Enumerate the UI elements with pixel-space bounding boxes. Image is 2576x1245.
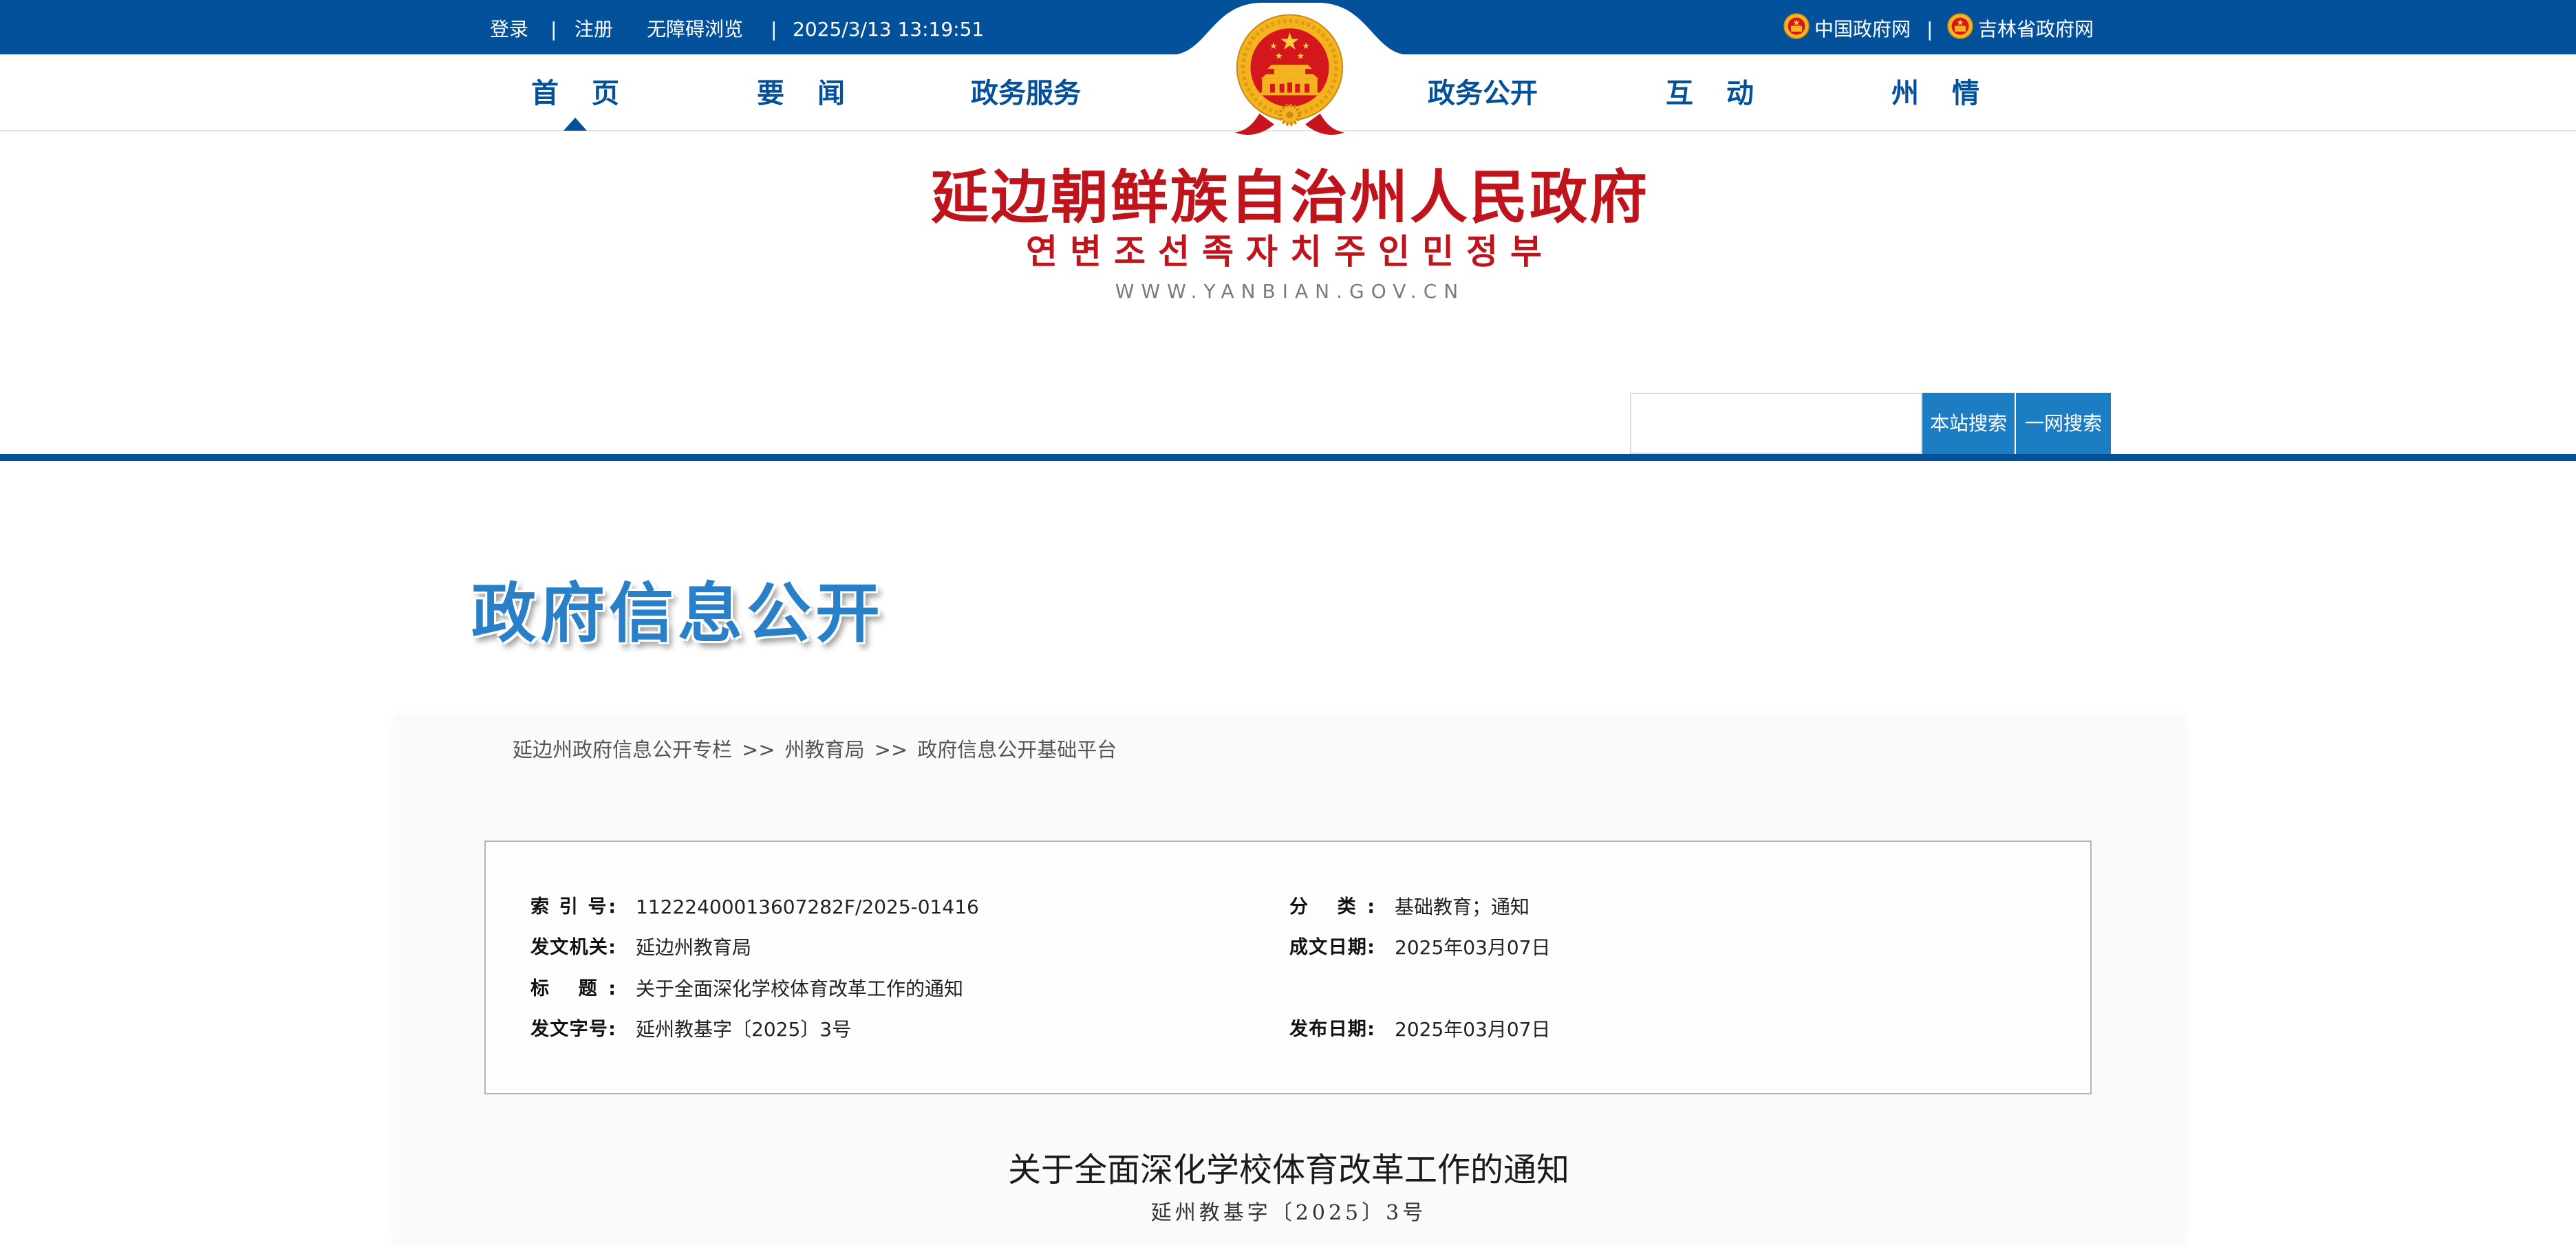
national-emblem-icon — [1234, 14, 1345, 136]
topbar-separator: | — [1926, 18, 1933, 41]
document-number-value: 延州教基字〔2025〕3号 — [636, 1018, 852, 1041]
active-nav-indicator — [564, 118, 587, 131]
china-gov-link[interactable]: 中国政府网 — [1814, 14, 1911, 45]
site-search-button[interactable]: 本站搜索 — [1922, 393, 2015, 454]
index-number-label: 索 引 号: — [530, 896, 616, 918]
nav-item-prefecture-info[interactable]: 州 情 — [1883, 77, 1988, 110]
written-date-label: 成文日期: — [1289, 937, 1375, 958]
site-logo[interactable]: 延边朝鲜族自治州人民政府 연변조선족자치주인민정부 WWW.YANBIAN.GO… — [894, 164, 1686, 310]
written-date-value: 2025年03月07日 — [1395, 936, 1551, 959]
publish-date-value: 2025年03月07日 — [1395, 1018, 1551, 1041]
nav-item-home[interactable]: 首 页 — [523, 77, 627, 110]
breadcrumb: 延边州政府信息公开专栏 >> 州教育局 >> 政府信息公开基础平台 — [513, 737, 1117, 762]
title-label: 标 题: — [530, 978, 616, 999]
category-value: 基础教育；通知 — [1395, 896, 1530, 918]
search-input[interactable] — [1630, 393, 1922, 454]
national-emblem-icon — [1947, 13, 1973, 39]
title-value: 关于全面深化学校体育改革工作的通知 — [636, 977, 964, 1000]
breadcrumb-item[interactable]: 延边州政府信息公开专栏 — [513, 738, 732, 761]
breadcrumb-item[interactable]: 政府信息公开基础平台 — [917, 738, 1117, 761]
section-heading: 政府信息公开 — [471, 576, 885, 651]
issuer-label: 发文机关: — [530, 937, 616, 958]
publish-date-label: 发布日期: — [1289, 1019, 1375, 1040]
document-number-label: 发文字号: — [530, 1019, 616, 1040]
document-info-table: 索 引 号: 11222400013607282F/2025-01416 分 类… — [484, 841, 2092, 1094]
index-number-value: 11222400013607282F/2025-01416 — [636, 896, 979, 918]
nav-item-interaction[interactable]: 互 动 — [1657, 77, 1762, 110]
nav-item-news[interactable]: 要 闻 — [749, 77, 853, 110]
article-title: 关于全面深化学校体育改革工作的通知 — [1007, 1151, 1569, 1189]
issuer-value: 延边州教育局 — [636, 936, 752, 959]
logo-domain: WWW.YANBIAN.GOV.CN — [1115, 280, 1466, 303]
category-label: 分 类: — [1289, 896, 1375, 918]
logo-title-chinese: 延边朝鲜族自治州人民政府 — [930, 164, 1649, 231]
web-search-button[interactable]: 一网搜索 — [2016, 393, 2111, 454]
breadcrumb-separator: >> — [874, 738, 908, 761]
register-link[interactable]: 注册 — [575, 14, 613, 45]
header-divider — [0, 454, 2576, 461]
breadcrumb-item[interactable]: 州教育局 — [785, 738, 865, 761]
breadcrumb-separator: >> — [742, 738, 775, 761]
nav-item-gov-services[interactable]: 政务服务 — [963, 77, 1089, 110]
jilin-gov-link[interactable]: 吉林省政府网 — [1978, 14, 2094, 45]
current-datetime: 2025/3/13 13:19:51 — [793, 18, 985, 41]
logo-title-korean: 연변조선족자치주인민정부 — [1026, 232, 1554, 272]
accessibility-link[interactable]: 无障碍浏览 — [647, 14, 743, 45]
national-emblem-icon — [1783, 13, 1810, 39]
login-link[interactable]: 登录 — [490, 14, 528, 45]
article-document-number: 延州教基字〔2025〕3号 — [1150, 1201, 1427, 1225]
topbar-separator: | — [550, 18, 557, 41]
nav-item-gov-disclosure[interactable]: 政务公开 — [1419, 77, 1546, 110]
topbar-separator: | — [771, 18, 777, 41]
